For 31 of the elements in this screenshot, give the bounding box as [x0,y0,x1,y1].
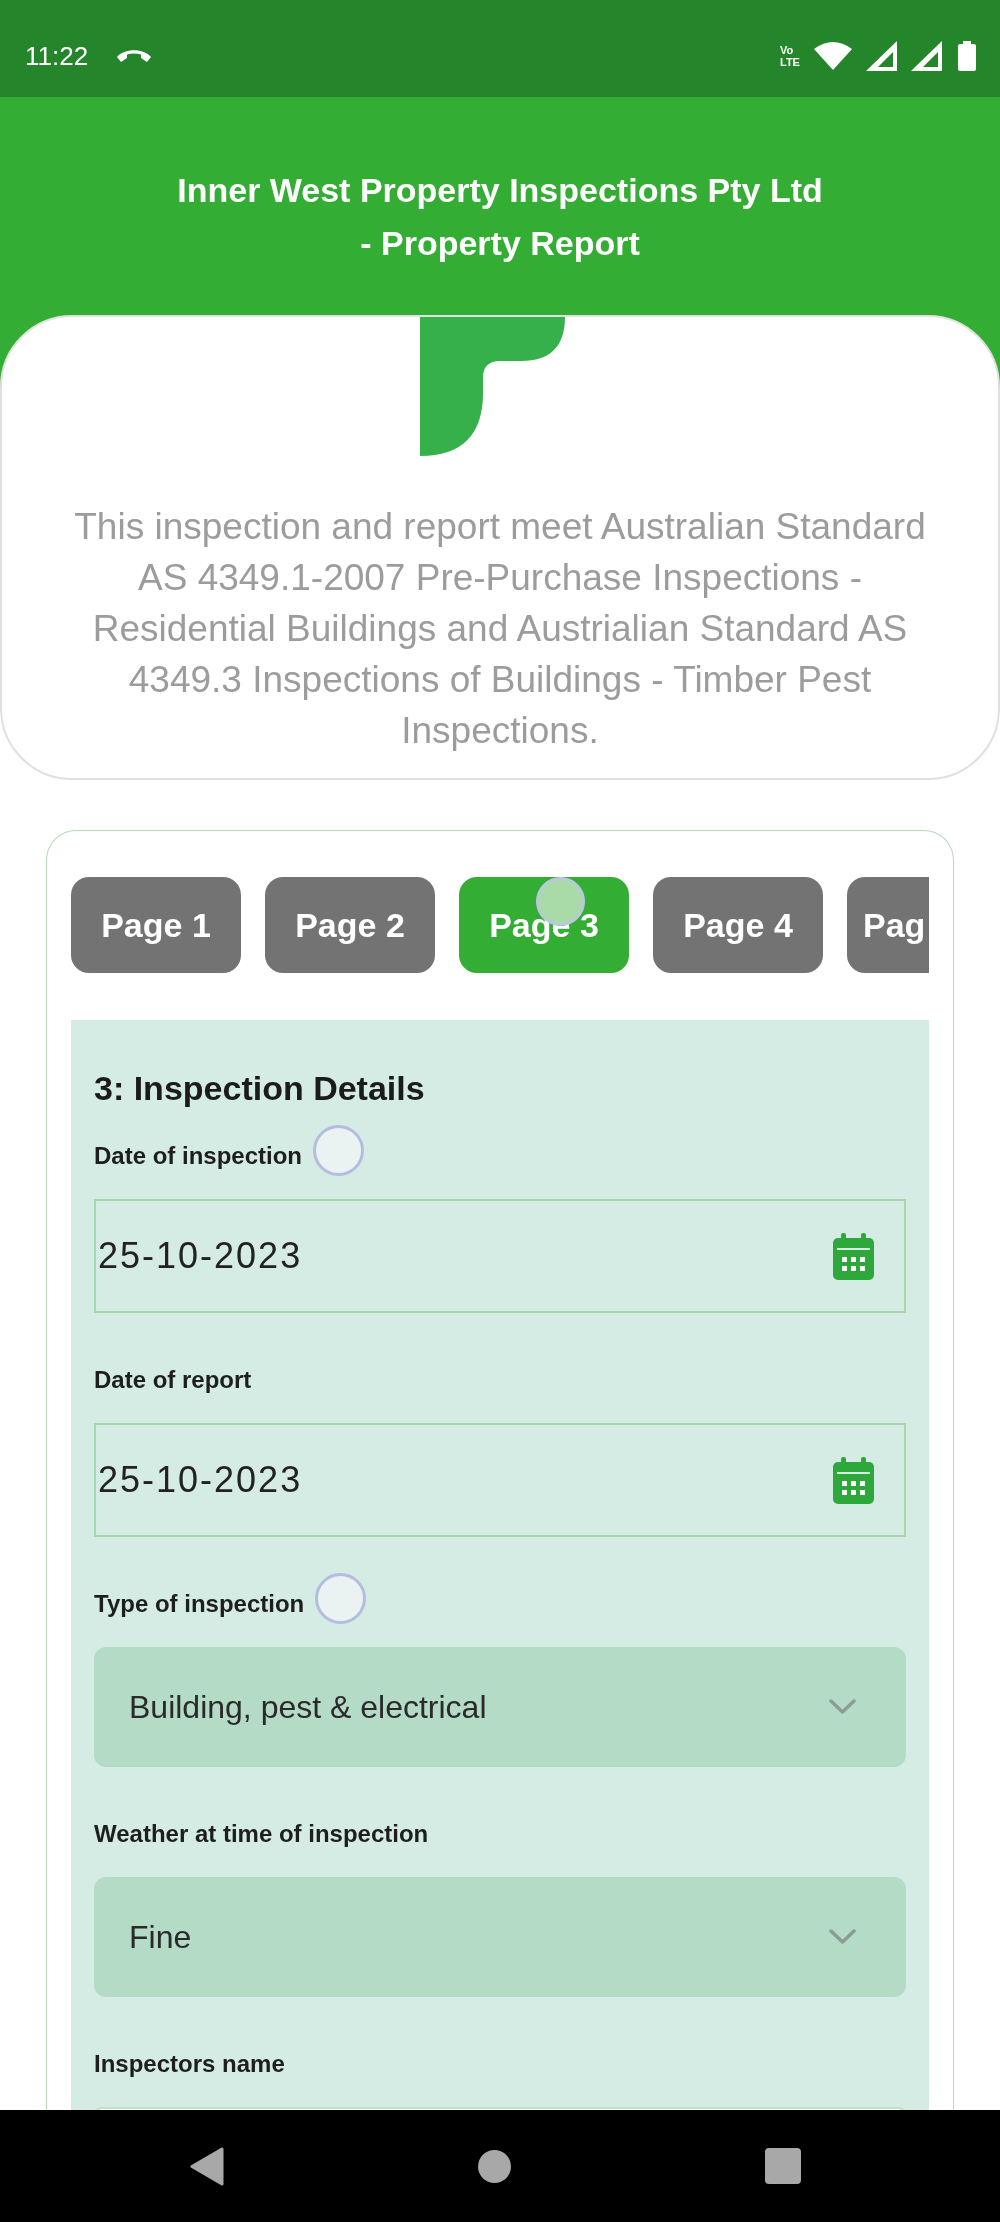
calendar-icon[interactable] [833,1232,874,1280]
dropdown[interactable]: Building, pest & electrical [94,1647,906,1767]
page-tab[interactable]: Page 1 [71,877,241,973]
field-label: Type of inspection [94,1589,305,1619]
network-type-label: Vo LTE [780,43,801,68]
date-field[interactable]: 25-10-2023 [94,1423,906,1537]
page-tab[interactable]: Page 4 [653,877,823,973]
back-icon[interactable] [189,2146,224,2186]
field-label: Date of report [94,1365,252,1395]
signal-icon [866,40,897,71]
header-title: Inner West Property Inspections Pty Ltd - Property Report [176,170,824,264]
battery-icon [958,40,976,71]
home-icon[interactable] [477,2149,511,2183]
calendar-icon[interactable] [833,1456,874,1504]
chevron-down-icon [829,1699,856,1715]
recents-icon[interactable] [764,2148,801,2184]
logo-icon [419,317,565,456]
wifi-icon [814,41,852,70]
signal-icon [911,40,942,71]
chevron-down-icon [829,1929,856,1945]
field-label: Inspectors name [94,2049,285,2079]
section-title: 3: Inspection Details [94,1068,426,1108]
page-tab[interactable]: Pag [847,877,929,973]
field-label: Date of inspection [94,1141,303,1171]
field-label: Weather at time of inspection [94,1819,429,1849]
phone-handset-icon [116,47,153,64]
standards-statement: This inspection and report meet Australian Standard AS 4349.1-2007 Pre-Purchase Inspections - Residential Buildings and Austrialian Standard AS 4349.3 Inspections of Buildings - Timber Pest Inspections. [73,505,927,753]
page-tab[interactable]: Page 2 [265,877,435,973]
dropdown[interactable]: Fine [94,1877,906,1997]
status-time: 11:22 [25,40,89,71]
date-field[interactable]: 25-10-2023 [94,1199,906,1313]
